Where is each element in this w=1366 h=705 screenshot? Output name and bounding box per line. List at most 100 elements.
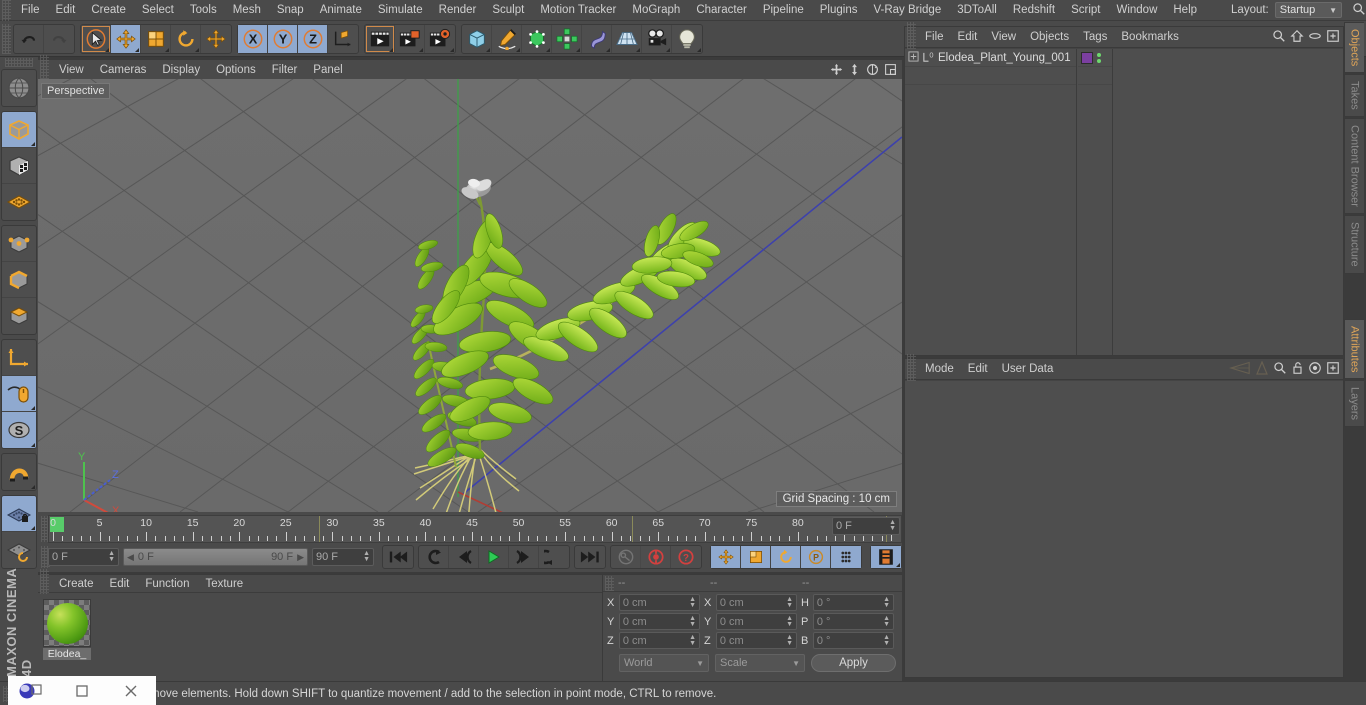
make-editable-button[interactable] <box>2 70 36 106</box>
lock-workplane-button[interactable] <box>2 496 36 532</box>
spinner-icon[interactable]: ▲ ▼ <box>786 615 793 628</box>
material-tag-icon[interactable] <box>1081 51 1093 64</box>
pan-icon[interactable] <box>829 61 844 77</box>
back-nav-icon[interactable] <box>1228 361 1251 378</box>
menu-help[interactable]: Help <box>1165 0 1205 20</box>
viewport-menu-options[interactable]: Options <box>208 61 264 79</box>
cube-primitive-button[interactable] <box>462 24 492 53</box>
render-picture-viewer-button[interactable] <box>395 24 425 53</box>
home-icon[interactable] <box>1290 29 1304 46</box>
close-window-button[interactable] <box>107 676 156 705</box>
timeline-ruler[interactable]: 051015202530354045505560657075808590 <box>48 515 902 543</box>
spinner-icon[interactable]: ▲ ▼ <box>786 634 793 647</box>
expand-icon[interactable] <box>1326 29 1340 46</box>
rotate-view-icon[interactable] <box>865 61 880 77</box>
spinner-icon[interactable]: ▲ ▼ <box>889 519 896 532</box>
render-settings-button[interactable] <box>425 25 455 53</box>
zoom-icon[interactable] <box>847 61 862 77</box>
viewport-menu-display[interactable]: Display <box>154 61 208 79</box>
dock-tab-content-browser[interactable]: Content Browser <box>1344 118 1364 214</box>
object-menu-file[interactable]: File <box>918 27 951 47</box>
menu-pipeline[interactable]: Pipeline <box>755 0 812 20</box>
visibility-dots-icon[interactable] <box>1097 52 1101 63</box>
model-mode-button[interactable] <box>2 112 36 148</box>
spinner-icon[interactable]: ▲ ▼ <box>883 615 890 628</box>
menu-motion-tracker[interactable]: Motion Tracker <box>532 0 624 20</box>
play-forward-button[interactable] <box>479 546 509 568</box>
floor-environment-button[interactable] <box>612 24 642 53</box>
menu-v-ray-bridge[interactable]: V-Ray Bridge <box>865 0 949 20</box>
live-selection-button[interactable] <box>81 24 111 53</box>
scale-key-toggle[interactable] <box>741 546 771 568</box>
spinner-icon[interactable]: ▲ ▼ <box>363 550 370 563</box>
lock-x-axis-button[interactable]: X <box>238 24 268 53</box>
spinner-icon[interactable]: ▲ ▼ <box>689 615 696 628</box>
frame-range-slider[interactable]: ◀ 0 F 90 F ▶ <box>123 548 308 566</box>
left-toolbar-grip[interactable] <box>5 58 33 67</box>
edges-mode-button[interactable] <box>2 262 36 298</box>
attribute-content[interactable] <box>905 381 1343 677</box>
coordinates-size-field[interactable]: 0 cm ▲ ▼ <box>715 594 797 611</box>
coordinates-position-field[interactable]: 0 cm ▲ ▼ <box>618 632 700 649</box>
dock-tab-objects[interactable]: Objects <box>1344 22 1364 74</box>
object-menu-tags[interactable]: Tags <box>1076 27 1114 47</box>
material-menu-function[interactable]: Function <box>137 575 197 593</box>
ellipse-icon[interactable] <box>1308 29 1322 46</box>
coordinates-position-field[interactable]: 0 cm ▲ ▼ <box>618 613 700 630</box>
rotate-tool-button[interactable] <box>171 24 201 53</box>
object-axis-button[interactable] <box>2 340 36 376</box>
menu-render[interactable]: Render <box>431 0 485 20</box>
spinner-icon[interactable]: ▲ ▼ <box>689 634 696 647</box>
menu-mograph[interactable]: MoGraph <box>624 0 688 20</box>
object-menu-objects[interactable]: Objects <box>1023 27 1076 47</box>
spinner-icon[interactable]: ▲ ▼ <box>786 596 793 609</box>
nurbs-button[interactable] <box>522 24 552 53</box>
menu-edit[interactable]: Edit <box>48 0 84 20</box>
menu-redshift[interactable]: Redshift <box>1005 0 1063 20</box>
current-frame-field[interactable]: 0 F ▲ ▼ <box>48 548 119 566</box>
expand-icon[interactable] <box>1326 361 1340 378</box>
workplane-rotate-button[interactable] <box>2 532 36 568</box>
viewport-menu-cameras[interactable]: Cameras <box>92 61 155 79</box>
coordinate-system-dropdown[interactable]: World ▼ <box>619 654 709 672</box>
object-row[interactable]: 0 Elodea_Plant_Young_001 <box>905 49 1076 67</box>
spinner-icon[interactable]: ▲ ▼ <box>883 634 890 647</box>
maximize-window-button[interactable] <box>57 676 106 705</box>
timeline-view-button[interactable] <box>871 546 901 568</box>
search-icon[interactable] <box>1352 2 1366 19</box>
coordinates-size-field[interactable]: 0 cm ▲ ▼ <box>715 613 797 630</box>
spline-pen-button[interactable] <box>492 24 522 53</box>
rotation-key-toggle[interactable] <box>771 546 801 568</box>
object-menu-view[interactable]: View <box>984 27 1023 47</box>
search-icon[interactable] <box>1272 29 1286 46</box>
range-left-arrow-icon[interactable]: ◀ <box>127 552 134 563</box>
texture-mode-button[interactable] <box>2 148 36 184</box>
array-button[interactable] <box>552 24 582 53</box>
menu-tools[interactable]: Tools <box>182 0 225 20</box>
spinner-icon[interactable]: ▲ ▼ <box>883 596 890 609</box>
loop-playback-button[interactable] <box>539 546 569 568</box>
layout-dropdown[interactable]: Startup ▼ <box>1274 2 1342 18</box>
dock-tab-layers[interactable]: Layers <box>1344 380 1364 428</box>
lock-y-axis-button[interactable]: Y <box>268 24 298 53</box>
dock-tab-attributes[interactable]: Attributes <box>1344 318 1364 380</box>
menu-file[interactable]: File <box>13 0 48 20</box>
coordinates-position-field[interactable]: 0 cm ▲ ▼ <box>618 594 700 611</box>
enable-snapping-button[interactable] <box>2 376 36 412</box>
light-button[interactable] <box>672 25 702 53</box>
record-active-objects-button[interactable] <box>641 546 671 568</box>
redo-button[interactable] <box>44 25 74 53</box>
material-menu-texture[interactable]: Texture <box>197 575 251 593</box>
previous-frame-button[interactable] <box>449 546 479 568</box>
object-manager-grip[interactable] <box>907 22 916 52</box>
coordinate-system-button[interactable] <box>328 25 358 53</box>
coordinates-rotation-field[interactable]: 0 ° ▲ ▼ <box>812 594 894 611</box>
menu-create[interactable]: Create <box>83 0 134 20</box>
coordinates-grip[interactable] <box>605 575 614 591</box>
menu-simulate[interactable]: Simulate <box>370 0 431 20</box>
menu-mesh[interactable]: Mesh <box>225 0 269 20</box>
attribute-manager-grip[interactable] <box>907 354 916 384</box>
viewport-canvas[interactable]: Perspective Grid Spacing : 10 cm Y X Z <box>38 79 902 512</box>
lock-icon[interactable] <box>1291 361 1304 378</box>
material-menu-create[interactable]: Create <box>51 575 102 593</box>
